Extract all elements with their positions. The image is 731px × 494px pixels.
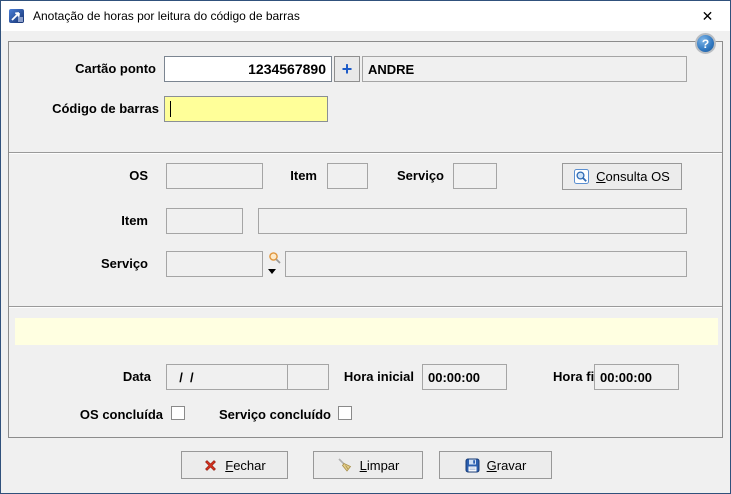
save-floppy-icon — [465, 458, 480, 473]
cartao-ponto-input[interactable]: 1234567890 — [164, 56, 332, 82]
message-bar — [15, 318, 718, 345]
servico-dropdown-arrow-icon[interactable] — [268, 269, 276, 274]
consulta-os-mnemonic: C — [596, 169, 605, 184]
fechar-text: echar — [233, 458, 266, 473]
employee-name-field: ANDRE — [362, 56, 687, 82]
servico-concluido-checkbox[interactable] — [338, 406, 352, 420]
help-icon[interactable]: ? — [695, 33, 716, 54]
servico-code-field — [166, 251, 263, 277]
hora-inicial-label: Hora inicial — [301, 369, 414, 384]
plus-icon: + — [342, 60, 353, 78]
search-icon — [574, 169, 589, 184]
fechar-mnemonic: F — [225, 458, 233, 473]
divider-bottom — [9, 306, 722, 308]
data-field: / / — [166, 364, 288, 390]
servico-description-field — [285, 251, 687, 277]
servico-concluido-label: Serviço concluído — [191, 407, 331, 422]
app-icon — [9, 8, 25, 24]
fechar-button[interactable]: Fechar — [181, 451, 288, 479]
codigo-barras-label: Código de barras — [1, 101, 159, 116]
consulta-os-button[interactable]: Consulta OS — [562, 163, 682, 190]
broom-icon — [337, 457, 353, 473]
os-concluida-label: OS concluída — [1, 407, 163, 422]
dialog-window: Anotação de horas por leitura do código … — [0, 0, 731, 494]
limpar-button[interactable]: Limpar — [313, 451, 423, 479]
data-label: Data — [1, 369, 151, 384]
os-label: OS — [1, 168, 148, 183]
os-item-label: Item — [201, 168, 317, 183]
os-servico-field — [453, 163, 497, 189]
gravar-text: ravar — [497, 458, 527, 473]
item-description-field — [258, 208, 687, 234]
close-icon[interactable]: ✕ — [685, 1, 730, 31]
servico-label: Serviço — [1, 256, 148, 271]
hora-final-field: 00:00:00 — [594, 364, 679, 390]
os-concluida-checkbox[interactable] — [171, 406, 185, 420]
limpar-mnemonic: L — [360, 458, 367, 473]
hora-inicial-field: 00:00:00 — [422, 364, 507, 390]
gravar-mnemonic: G — [487, 458, 497, 473]
limpar-text: impar — [367, 458, 400, 473]
codigo-barras-input[interactable] — [164, 96, 328, 122]
item-code-field — [166, 208, 243, 234]
text-caret — [170, 101, 171, 117]
cartao-ponto-label: Cartão ponto — [1, 61, 156, 76]
window-title: Anotação de horas por leitura do código … — [33, 9, 300, 23]
item-label: Item — [1, 213, 148, 228]
consulta-os-text: onsulta OS — [606, 169, 670, 184]
gravar-button[interactable]: Gravar — [439, 451, 552, 479]
close-x-icon — [203, 458, 218, 473]
divider-top — [9, 152, 722, 154]
add-card-button[interactable]: + — [334, 56, 360, 82]
os-servico-label: Serviço — [331, 168, 444, 183]
servico-lookup-icon[interactable] — [267, 250, 283, 266]
titlebar: Anotação de horas por leitura do código … — [1, 1, 730, 31]
